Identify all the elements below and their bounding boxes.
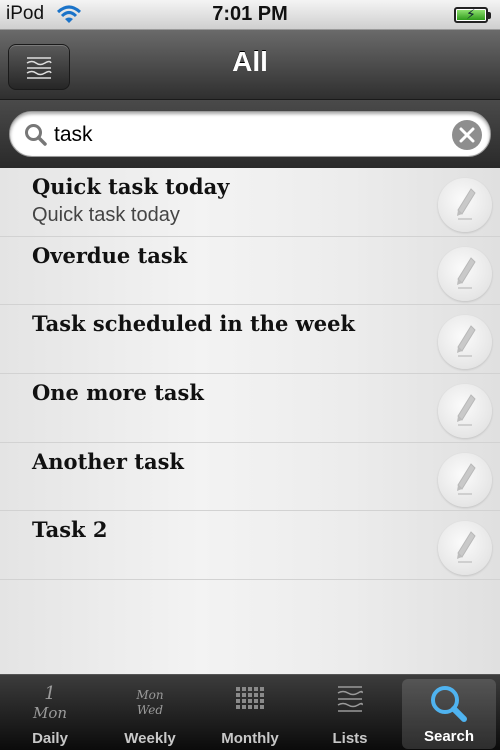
task-row[interactable]: Task scheduled in the week [0,305,500,375]
task-list: Quick task today Quick task today Overdue … [0,168,500,674]
task-row[interactable]: Task 2 [0,511,500,581]
task-row[interactable]: Overdue task [0,237,500,306]
pencil-icon [457,188,476,220]
edit-task-button[interactable] [438,384,492,439]
tab-lists[interactable]: Lists [300,675,400,750]
task-row[interactable]: One more task [0,374,500,443]
edit-task-button[interactable] [438,178,492,232]
daily-icon: 1 Mon [32,683,67,721]
edit-task-button[interactable] [438,315,492,370]
search-input[interactable] [54,118,434,152]
tab-weekly[interactable]: Mon Wed Weekly [100,675,200,750]
search-field[interactable] [9,111,491,157]
tab-monthly[interactable]: Monthly [200,675,300,750]
page-title: All [232,46,268,77]
task-title: Task 2 [32,517,108,543]
edit-task-button[interactable] [438,246,492,301]
edit-task-button[interactable] [438,521,492,576]
edit-task-button[interactable] [438,452,492,507]
tab-label-weekly: Weekly [124,730,176,747]
svg-text:1: 1 [44,683,55,704]
pencil-icon [457,394,476,427]
battery-icon: ⚡ [454,7,491,23]
tab-search[interactable]: Search [402,679,496,749]
task-title: Quick task today [32,174,230,199]
navigation-bar: All [0,30,500,100]
close-icon [459,127,475,143]
svg-text:Wed: Wed [137,703,163,717]
pencil-icon [457,325,476,358]
clock: 7:01 PM [212,3,288,25]
task-title: Another task [32,448,184,474]
status-bar: iPod 7:01 PM ⚡ [0,0,500,30]
task-subtitle: Quick task today [32,204,180,226]
svg-text:Mon: Mon [32,704,67,721]
pencil-icon [457,462,476,495]
tab-label-lists: Lists [332,730,368,747]
weekly-icon: Mon Wed [135,688,163,717]
tab-bar: 1 Mon Daily Mon Wed Weekly Monthly Lists… [0,674,500,750]
task-row[interactable]: Quick task today Quick task today [0,168,500,237]
tab-label-daily: Daily [32,730,68,747]
tab-label-search: Search [423,728,475,745]
task-title: One more task [32,380,204,406]
svg-text:Mon: Mon [135,688,163,702]
tab-daily[interactable]: 1 Mon Daily [0,675,100,750]
task-title: Task scheduled in the week [32,311,355,337]
search-bar [0,100,500,168]
search-icon [431,686,467,722]
pencil-icon [457,256,476,289]
task-row[interactable]: Another task [0,443,500,512]
calendar-grid-icon [236,687,264,709]
lists-icon [337,686,363,712]
tab-label-monthly: Monthly [221,730,279,747]
task-title: Overdue task [32,242,188,268]
pencil-icon [457,531,476,564]
magnifier-icon [25,124,47,146]
clear-search-button[interactable] [452,120,482,150]
